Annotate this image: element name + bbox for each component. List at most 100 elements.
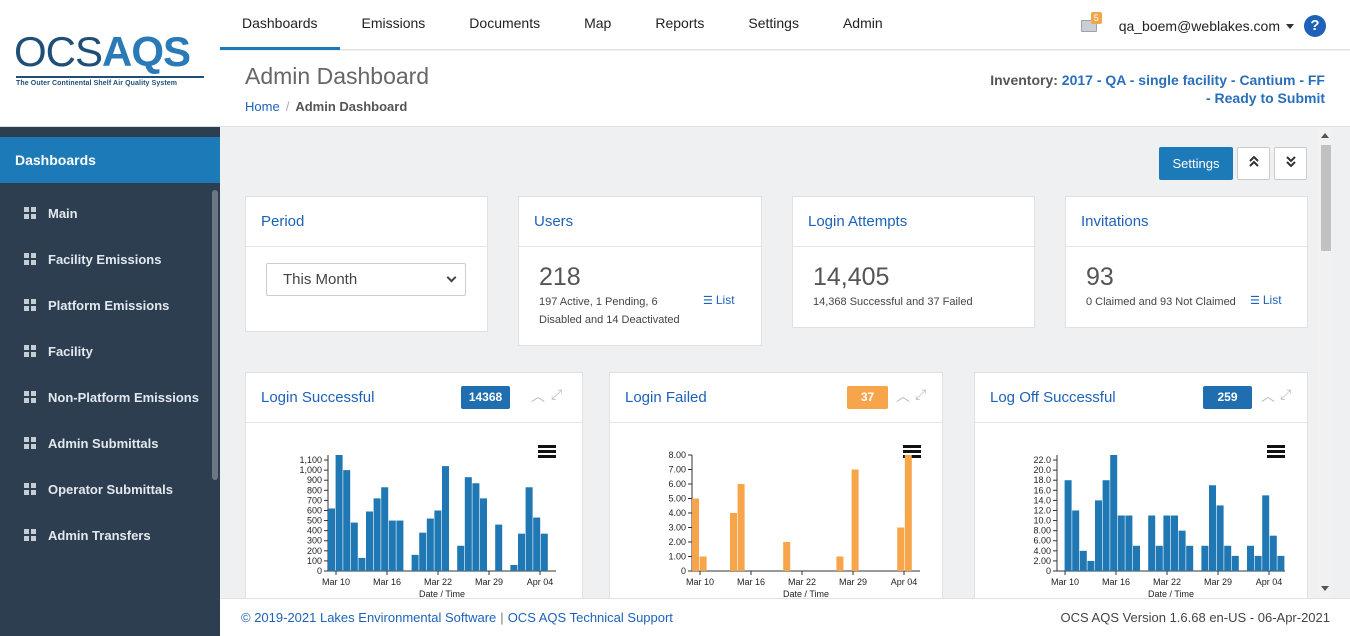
collapse-icon[interactable]: ︿ bbox=[1261, 386, 1275, 406]
period-card: Period This Month bbox=[245, 196, 488, 332]
bar bbox=[730, 513, 737, 571]
sidebar-item-label: Facility bbox=[48, 343, 93, 359]
bar bbox=[457, 545, 465, 571]
nav-reports[interactable]: Reports bbox=[633, 0, 726, 50]
x-tick-label: Apr 04 bbox=[891, 577, 918, 587]
nav-settings[interactable]: Settings bbox=[726, 0, 821, 50]
footer: © 2019-2021 Lakes Environmental Software… bbox=[220, 598, 1350, 636]
y-tick-label: 6.00 bbox=[1033, 536, 1051, 546]
sidebar-heading[interactable]: Dashboards bbox=[0, 137, 220, 183]
grid-icon bbox=[24, 483, 36, 495]
bar bbox=[1087, 560, 1095, 571]
x-tick-label: Mar 29 bbox=[1204, 577, 1232, 587]
logo[interactable]: OCSAQS The Outer Continental Shelf Air Q… bbox=[0, 0, 220, 127]
count-badge: 14368 bbox=[461, 386, 510, 409]
inventory-label: Inventory: bbox=[990, 72, 1058, 88]
user-menu[interactable]: qa_boem@weblakes.com bbox=[1119, 18, 1280, 34]
sidebar-item-non-platform-emissions[interactable]: Non-Platform Emissions bbox=[0, 374, 220, 420]
mail-icon[interactable]: 5 bbox=[1080, 12, 1102, 32]
expand-icon[interactable]: ⤢ bbox=[915, 386, 926, 403]
x-tick-label: Mar 22 bbox=[424, 577, 452, 587]
bar bbox=[1216, 505, 1224, 571]
bar bbox=[373, 498, 381, 571]
sidebar-item-main[interactable]: Main bbox=[0, 190, 220, 236]
expand-all-button[interactable] bbox=[1274, 147, 1307, 180]
inventory-link[interactable]: 2017 - QA - single facility - Cantium - … bbox=[1062, 72, 1325, 88]
scroll-thumb[interactable] bbox=[1321, 145, 1331, 251]
collapse-icon[interactable]: ︿ bbox=[531, 386, 545, 406]
sidebar-item-admin-submittals[interactable]: Admin Submittals bbox=[0, 420, 220, 466]
x-tick-label: Mar 10 bbox=[1051, 577, 1079, 587]
nav-admin[interactable]: Admin bbox=[821, 0, 905, 50]
sidebar-item-admin-transfers[interactable]: Admin Transfers bbox=[0, 512, 220, 558]
main-scrollbar[interactable] bbox=[1318, 128, 1333, 598]
copyright-link[interactable]: © 2019-2021 Lakes Environmental Software bbox=[241, 610, 496, 625]
sidebar-scrollbar[interactable] bbox=[212, 190, 218, 480]
scroll-up-arrow[interactable] bbox=[1321, 133, 1329, 138]
period-selected: This Month bbox=[283, 271, 358, 288]
y-tick-label: 800 bbox=[307, 485, 322, 495]
nav-emissions[interactable]: Emissions bbox=[340, 0, 448, 50]
inventory-status[interactable]: - Ready to Submit bbox=[1206, 90, 1325, 106]
log-off-successful-chart: 02.004.006.008.0010.012.014.016.018.020.… bbox=[1033, 455, 1285, 598]
list-icon: ☰ bbox=[1250, 295, 1260, 307]
bar bbox=[540, 533, 548, 571]
nav-map[interactable]: Map bbox=[562, 0, 633, 50]
grid-icon bbox=[24, 529, 36, 541]
invitations-list-link[interactable]: ☰ List bbox=[1250, 293, 1282, 307]
sidebar-item-label: Facility Emissions bbox=[48, 251, 162, 267]
settings-button[interactable]: Settings bbox=[1159, 147, 1233, 180]
sidebar-item-operator-submittals[interactable]: Operator Submittals bbox=[0, 466, 220, 512]
y-tick-label: 20.0 bbox=[1033, 465, 1051, 475]
top-navbar: Dashboards Emissions Documents Map Repor… bbox=[220, 0, 1350, 50]
bar bbox=[381, 487, 389, 571]
bar bbox=[1186, 545, 1194, 571]
footer-links: © 2019-2021 Lakes Environmental Software… bbox=[241, 610, 673, 625]
help-icon[interactable]: ? bbox=[1304, 15, 1326, 37]
invitations-count: 93 bbox=[1086, 263, 1114, 291]
y-tick-label: 2.00 bbox=[668, 537, 686, 547]
sidebar-item-label: Admin Submittals bbox=[48, 435, 159, 451]
bar bbox=[1178, 530, 1186, 571]
scroll-down-arrow[interactable] bbox=[1321, 586, 1329, 591]
bar bbox=[411, 554, 419, 571]
panel-title: Log Off Successful bbox=[975, 373, 1307, 423]
bar bbox=[1155, 545, 1163, 571]
dashboard-content: Settings Period This Month Users 218 197… bbox=[220, 128, 1318, 598]
collapse-icon[interactable]: ︿ bbox=[896, 386, 910, 406]
user-area: 5 qa_boem@weblakes.com ? bbox=[1080, 12, 1326, 37]
bar bbox=[426, 518, 434, 571]
breadcrumb-home[interactable]: Home bbox=[245, 99, 280, 114]
y-tick-label: 400 bbox=[307, 526, 322, 536]
grid-icon bbox=[24, 253, 36, 265]
users-count: 218 bbox=[539, 263, 581, 291]
bar bbox=[1269, 535, 1277, 571]
y-tick-label: 22.0 bbox=[1033, 455, 1051, 465]
card-title: Invitations bbox=[1066, 197, 1307, 247]
bar bbox=[1125, 515, 1133, 571]
bar bbox=[343, 470, 351, 571]
bar bbox=[783, 542, 791, 571]
sidebar-item-facility[interactable]: Facility bbox=[0, 328, 220, 374]
y-tick-label: 0 bbox=[317, 566, 322, 576]
sidebar-item-platform-emissions[interactable]: Platform Emissions bbox=[0, 282, 220, 328]
users-list-link[interactable]: ☰ List bbox=[703, 293, 735, 307]
y-tick-label: 6.00 bbox=[668, 479, 686, 489]
bar bbox=[836, 556, 844, 571]
list-icon: ☰ bbox=[703, 295, 713, 307]
y-tick-label: 14.0 bbox=[1033, 495, 1051, 505]
y-tick-label: 10.0 bbox=[1033, 516, 1051, 526]
support-link[interactable]: OCS AQS Technical Support bbox=[508, 610, 673, 625]
sidebar-item-facility-emissions[interactable]: Facility Emissions bbox=[0, 236, 220, 282]
card-title: Users bbox=[519, 197, 761, 247]
chevron-down-icon[interactable] bbox=[1286, 23, 1294, 29]
period-select[interactable]: This Month bbox=[266, 263, 466, 296]
expand-icon[interactable]: ⤢ bbox=[1280, 386, 1291, 403]
expand-icon[interactable]: ⤢ bbox=[551, 386, 562, 403]
mail-count-badge: 5 bbox=[1090, 12, 1102, 24]
nav-dashboards[interactable]: Dashboards bbox=[220, 0, 340, 50]
bar bbox=[510, 564, 518, 571]
collapse-all-button[interactable] bbox=[1237, 147, 1270, 180]
bar bbox=[1209, 485, 1216, 571]
nav-documents[interactable]: Documents bbox=[447, 0, 562, 50]
